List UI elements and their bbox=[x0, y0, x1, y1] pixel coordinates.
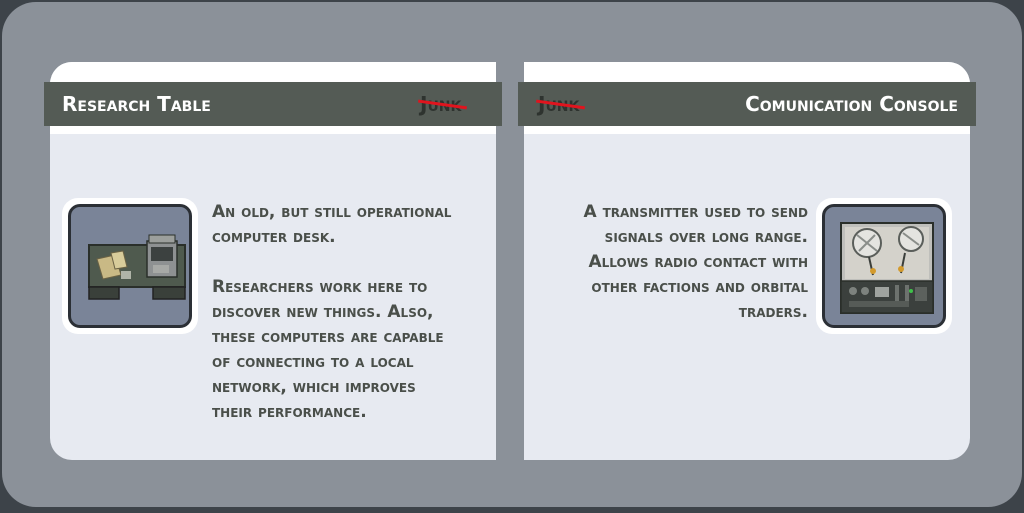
transmitter-icon bbox=[822, 204, 946, 328]
description-line: Researchers work here to bbox=[212, 277, 428, 297]
computer-desk-icon-graphic bbox=[88, 234, 186, 300]
description-line: A transmitter used to send bbox=[583, 202, 809, 222]
category-label: Comunication Console bbox=[745, 92, 958, 116]
description-line: network, which improves bbox=[212, 377, 416, 397]
description-line: traders. bbox=[738, 302, 808, 322]
junk-tag: Junk bbox=[418, 82, 468, 126]
item-thumbnail bbox=[62, 198, 198, 334]
junk-tag: Junk bbox=[536, 82, 586, 126]
item-thumbnail bbox=[816, 198, 952, 334]
description-line: other factions and orbital bbox=[591, 277, 808, 297]
category-label: Research Table bbox=[62, 92, 211, 116]
description-line: Allows radio contact with bbox=[588, 252, 808, 272]
description-line: computer desk. bbox=[212, 227, 336, 247]
item-description: A transmitter used to send signals over … bbox=[532, 200, 809, 325]
background-frame: Ancient Computer Desk bbox=[0, 0, 1024, 513]
description-line: of connecting to a local bbox=[212, 352, 414, 372]
computer-desk-icon bbox=[68, 204, 192, 328]
description-line: An old, but still operational bbox=[212, 202, 452, 222]
description-line: their performance. bbox=[212, 402, 367, 422]
transmitter-icon-graphic bbox=[840, 222, 934, 314]
panel: Ancient Computer Desk bbox=[2, 2, 1022, 507]
description-line: discover new things. Also, bbox=[212, 302, 434, 322]
item-description: An old, but still operational computer d… bbox=[212, 200, 492, 425]
description-line: signals over long range. bbox=[604, 227, 808, 247]
description-line: these computers are capable bbox=[212, 327, 444, 347]
category-band: Junk Comunication Console bbox=[518, 82, 976, 126]
category-band: Research Table Junk bbox=[44, 82, 502, 126]
